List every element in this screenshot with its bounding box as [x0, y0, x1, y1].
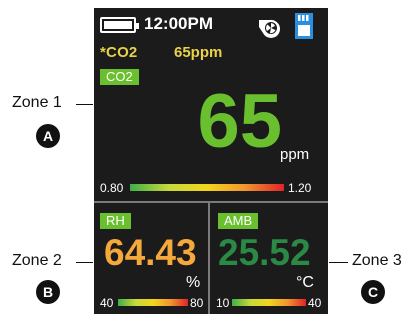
co2-unit: ppm	[280, 146, 310, 163]
amb-tag: AMB	[218, 213, 259, 229]
zone1-marker: A	[36, 124, 60, 148]
amb-scale-min: 10	[216, 296, 230, 310]
co2-tag: CO2	[100, 69, 139, 85]
rh-scale-max: 80	[190, 296, 204, 310]
alarm-value: 65ppm	[174, 44, 223, 61]
rh-reading: 64.43	[104, 232, 197, 273]
zone-divider-horizontal	[94, 201, 328, 203]
amb-reading: 25.52	[218, 232, 311, 273]
zone-divider-vertical	[208, 203, 210, 314]
co2-scale-min: 0.80	[100, 181, 124, 195]
zone3-marker: C	[361, 280, 385, 304]
battery-level-fill	[104, 21, 132, 29]
clock-time: 12:00PM	[144, 14, 213, 33]
zone3-callout-line	[329, 262, 348, 263]
pump-fan-icon	[259, 19, 281, 38]
zone3-label: Zone 3	[352, 252, 402, 269]
co2-reading: 65	[197, 79, 282, 164]
device-screen: 12:00PM *CO2 65ppm CO2 65 ppm 0.80 1.20 …	[94, 8, 328, 314]
rh-scale-bar	[118, 299, 188, 306]
rh-unit: %	[186, 274, 201, 291]
zone1-label: Zone 1	[12, 94, 62, 111]
co2-scale-bar	[130, 184, 284, 191]
zone1-callout-line	[76, 104, 93, 105]
rh-scale-min: 40	[100, 296, 114, 310]
zone2-marker: B	[36, 280, 60, 304]
amb-scale-max: 40	[308, 296, 322, 310]
sd-card-icon	[295, 13, 313, 39]
co2-scale-max: 1.20	[288, 181, 312, 195]
amb-unit: °C	[296, 274, 314, 291]
zone2-label: Zone 2	[12, 252, 62, 269]
battery-icon	[100, 17, 139, 33]
amb-scale-bar	[232, 299, 306, 306]
zone2-callout-line	[76, 262, 93, 263]
rh-tag: RH	[100, 213, 131, 229]
status-bar: 12:00PM	[100, 13, 326, 40]
alarm-gas-label: *CO2	[100, 44, 138, 61]
